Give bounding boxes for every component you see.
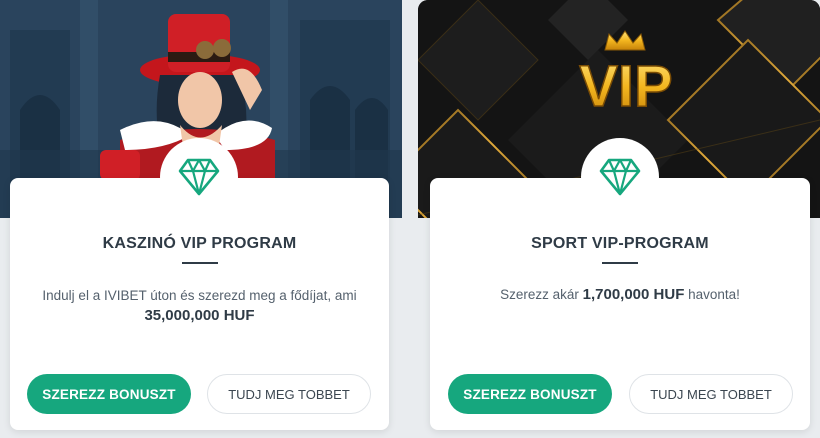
casino-learn-more-button[interactable]: TUDJ MEG TOBBET bbox=[207, 374, 371, 414]
sport-vip-panel: VIP SPORT VIP-PROGRAM Szerezz akár 1,700… bbox=[418, 0, 820, 438]
crown-icon bbox=[604, 30, 646, 51]
sport-badge bbox=[581, 138, 659, 216]
sport-card-title: SPORT VIP-PROGRAM bbox=[531, 235, 709, 252]
casino-card-title: KASZINÓ VIP PROGRAM bbox=[102, 235, 297, 252]
sport-desc-suffix: havonta! bbox=[688, 287, 740, 302]
title-divider bbox=[181, 262, 218, 264]
casino-desc-amount: 35,000,000 HUF bbox=[144, 307, 255, 324]
casino-card-description: Indulj el a IVIBET úton és szerezd meg a… bbox=[30, 286, 369, 326]
title-divider bbox=[602, 262, 638, 264]
sport-get-bonus-button[interactable]: SZEREZZ BONUSZT bbox=[448, 374, 612, 414]
casino-badge bbox=[160, 138, 238, 216]
sport-card-description: Szerezz akár 1,700,000 HUF havonta! bbox=[450, 285, 790, 305]
casino-desc-line: Indulj el a IVIBET úton és szerezd meg a… bbox=[42, 288, 357, 303]
casino-vip-panel: KASZINÓ VIP PROGRAM Indulj el a IVIBET ú… bbox=[0, 0, 402, 438]
vip-logo-graphic: VIP bbox=[579, 30, 674, 120]
vip-logo: VIP bbox=[559, 28, 694, 120]
sport-learn-more-button[interactable]: TUDJ MEG TOBBET bbox=[629, 374, 793, 414]
diamond-icon bbox=[599, 158, 641, 196]
casino-get-bonus-button[interactable]: SZEREZZ BONUSZT bbox=[27, 374, 191, 414]
vip-logo-text: VIP bbox=[579, 54, 673, 113]
sport-desc-prefix: Szerezz akár bbox=[500, 287, 579, 302]
diamond-icon bbox=[178, 158, 220, 196]
sport-desc-amount: 1,700,000 HUF bbox=[582, 286, 685, 303]
